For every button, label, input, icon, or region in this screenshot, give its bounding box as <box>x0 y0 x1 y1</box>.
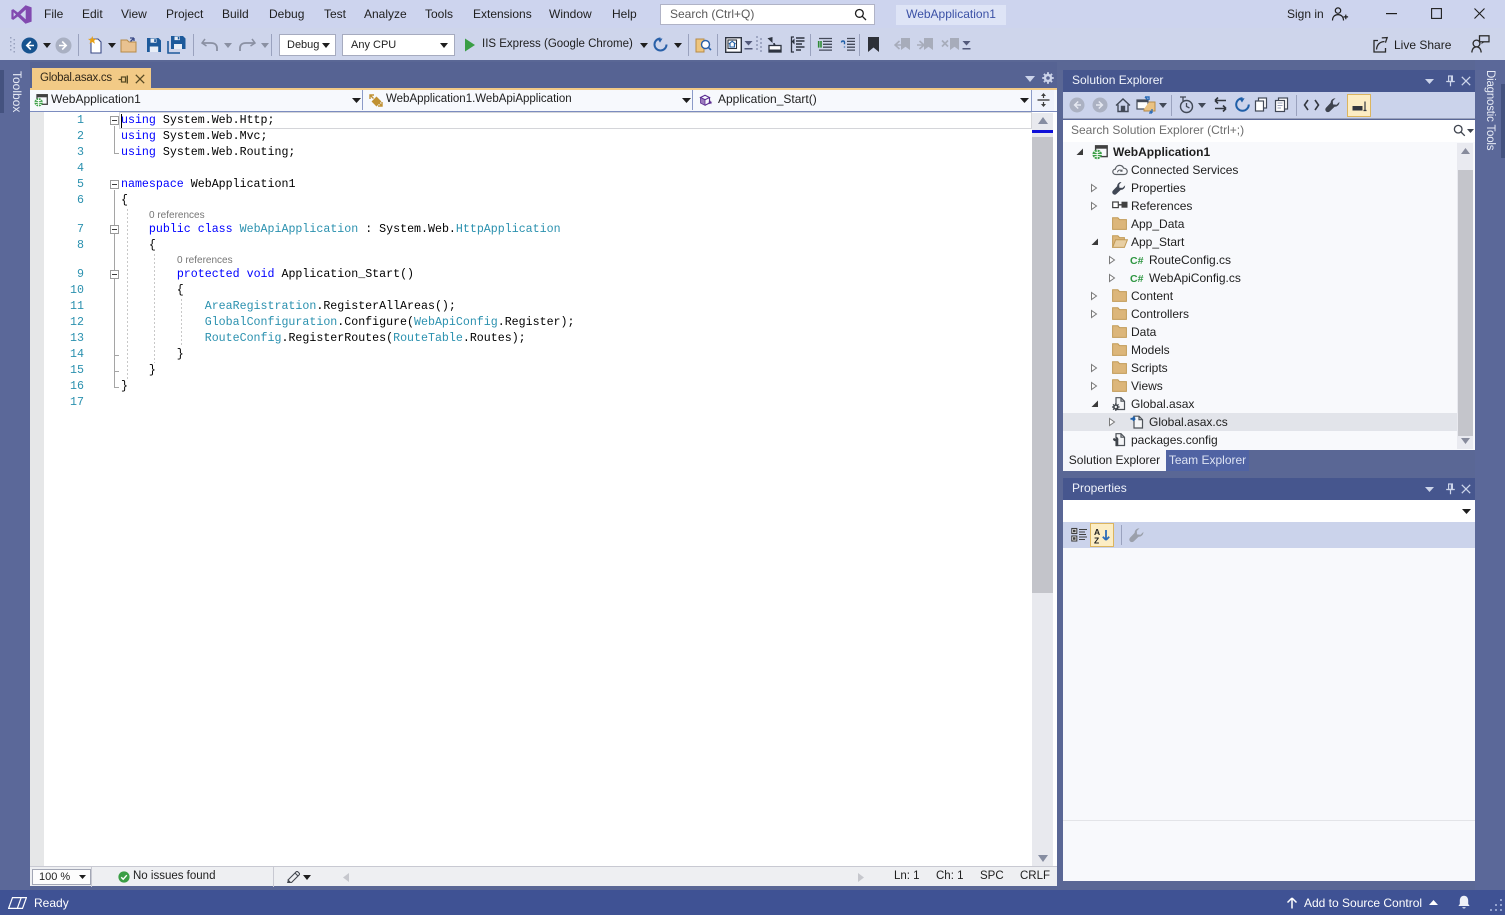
svg-text:C#: C# <box>1130 255 1144 267</box>
svg-text:Z: Z <box>1094 536 1099 545</box>
svg-text:C#: C# <box>1130 273 1144 285</box>
